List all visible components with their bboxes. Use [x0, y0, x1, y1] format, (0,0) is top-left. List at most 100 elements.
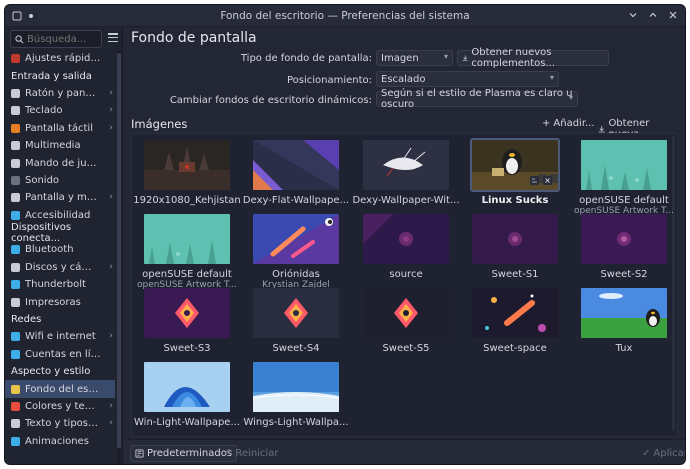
minimize-chevron-down-icon[interactable]	[627, 9, 639, 21]
sidebar-item[interactable]: Wifi e internet ›	[5, 328, 115, 345]
sidebar-item[interactable]: Impresoras	[5, 293, 115, 310]
sidebar-item[interactable]: Bluetooth	[5, 241, 115, 258]
wallpaper-preview-image	[253, 214, 339, 264]
main-panel: Fondo de pantalla Tipo de fondo de panta…	[124, 27, 685, 464]
search-icon	[15, 34, 24, 43]
chevron-down-icon: ▾	[568, 93, 573, 102]
sidebar-item-label: Ajustes rápidos	[25, 53, 101, 65]
sidebar-scroll-thumb[interactable]	[117, 53, 121, 448]
maximize-chevron-up-icon[interactable]	[647, 9, 659, 21]
wallpaper-thumbnail[interactable]	[470, 138, 560, 192]
wallpaper-thumbnail[interactable]	[581, 214, 667, 264]
mouse-icon	[11, 88, 20, 98]
wallpaper-thumbnail[interactable]	[253, 140, 339, 190]
settings-window: Fondo del escritorio — Preferencias del …	[4, 4, 686, 465]
wallpaper-title: Sweet-S4	[272, 343, 320, 354]
sidebar-item-label: Sonido	[25, 174, 60, 186]
sidebar-list: Ajustes rápidos Entrada y salida Ratón y p…	[5, 50, 115, 450]
wallpaper-thumbnail[interactable]	[472, 214, 558, 264]
sidebar-item[interactable]: Discos y cámaras ›	[5, 259, 115, 276]
search-field[interactable]	[10, 30, 102, 48]
download-icon	[462, 55, 468, 61]
pin-icon[interactable]	[29, 14, 33, 18]
sidebar-item[interactable]: Sonido	[5, 172, 115, 189]
dynamic-wallpaper-select[interactable]: Según si el estilo de Plasma es claro u …	[376, 88, 578, 110]
sidebar-item[interactable]: Texto y tipos de l... ›	[5, 415, 115, 432]
chevron-right-icon: ›	[109, 418, 113, 429]
images-section-title: Imágenes	[131, 117, 188, 131]
wallpaper-thumbnail[interactable]	[144, 140, 230, 190]
sidebar-item[interactable]: Colores y temas ›	[5, 398, 115, 415]
hamburger-menu-icon[interactable]	[108, 33, 118, 43]
wallpaper-thumbnail[interactable]	[144, 214, 230, 264]
wallpaper-thumbnail[interactable]	[363, 214, 449, 264]
sidebar-item[interactable]: Ratón y panel tá... ›	[5, 85, 115, 102]
wallpaper-thumbnail[interactable]	[144, 288, 230, 338]
wallpaper-thumbnail[interactable]	[472, 288, 558, 338]
wallpaper-thumbnail[interactable]	[581, 288, 667, 338]
chevron-down-icon: ▾	[443, 52, 448, 61]
grid-scrollbar[interactable]	[672, 136, 675, 431]
sidebar-item[interactable]: Pantalla y monitor ›	[5, 189, 115, 206]
sidebar-item[interactable]: Mando de juego	[5, 154, 115, 171]
sidebar-item[interactable]: Teclado ›	[5, 102, 115, 119]
wallpaper-preview-image	[144, 288, 230, 338]
gamepad-icon	[11, 158, 20, 168]
wallpaper-title: Tux	[615, 343, 633, 354]
sidebar-item[interactable]: Animaciones	[5, 433, 115, 450]
wallpaper-title: Sweet-space	[483, 343, 547, 354]
wallpaper-thumbnail[interactable]	[253, 214, 339, 264]
wallpaper-type-select[interactable]: Imagen ▾	[376, 50, 453, 66]
reset-button[interactable]: ↶ Reiniciar	[220, 445, 282, 462]
add-image-button[interactable]: + Añadir...	[542, 118, 595, 129]
wallpaper-thumbnail[interactable]	[253, 362, 339, 412]
wallpaper-preview-image	[581, 288, 667, 338]
chevron-right-icon: ›	[109, 87, 113, 98]
sidebar-item-label: Wifi e internet	[25, 331, 96, 343]
sidebar-item-label: Discos y cámaras	[25, 261, 101, 273]
search-input[interactable]	[27, 33, 97, 45]
close-icon[interactable]	[667, 9, 679, 21]
chevron-down-icon: ▾	[549, 73, 554, 82]
sidebar-item[interactable]: Pantalla táctil ›	[5, 120, 115, 137]
wallpaper-preview-image	[144, 214, 230, 264]
sidebar-item[interactable]: Thunderbolt	[5, 276, 115, 293]
get-new-plugins-button[interactable]: Obtener nuevos complementos...	[457, 47, 609, 69]
delete-icon[interactable]	[543, 176, 552, 185]
dynamic-wallpaper-label: Cambiar fondos de escritorio dinámicos:	[169, 95, 372, 106]
wallpaper-title: Wings-Light-Wallpa...	[243, 417, 349, 428]
wallpaper-preview-image	[363, 140, 449, 190]
wallpaper-thumbnail[interactable]	[363, 288, 449, 338]
bluetooth-icon	[11, 245, 20, 255]
sidebar-item-label: Animaciones	[25, 435, 89, 447]
printer-icon	[11, 297, 20, 307]
defaults-icon	[135, 449, 144, 458]
wallpaper-title: Oriónidas	[272, 269, 320, 280]
sidebar-section-header: Dispositivos conecta...	[11, 221, 72, 244]
app-menu-icon[interactable]	[11, 10, 23, 22]
wallpaper-preview-image	[363, 288, 449, 338]
wallpaper-thumbnail[interactable]	[363, 140, 449, 190]
sidebar-item[interactable]: Ajustes rápidos	[5, 50, 115, 67]
sidebar-section-header: Aspecto y estilo	[11, 366, 91, 378]
wallpaper-thumbnail[interactable]	[253, 288, 339, 338]
apply-button[interactable]: ✓ Aplicar	[638, 445, 685, 462]
wallpaper-thumbnail[interactable]	[581, 140, 667, 190]
wallpaper-preview-image	[253, 362, 339, 412]
sidebar-item-label: Ratón y panel tá...	[25, 87, 101, 99]
positioning-select[interactable]: Escalado ▾	[376, 71, 559, 87]
sidebar-item[interactable]: Multimedia	[5, 137, 115, 154]
open-folder-icon[interactable]	[530, 176, 539, 185]
sidebar-item[interactable]: Cuentas en línea	[5, 346, 115, 363]
sidebar-section-header: Entrada y salida	[11, 70, 92, 82]
chevron-right-icon: ›	[109, 331, 113, 342]
sidebar: Ajustes rápidos Entrada y salida Ratón y p…	[5, 27, 123, 464]
wallpaper-thumbnail[interactable]	[144, 362, 230, 412]
sidebar-item[interactable]: Accesibilidad	[5, 207, 115, 224]
sidebar-item[interactable]: Fondo del escrit...	[5, 380, 115, 398]
checkmark-icon: ✓	[642, 448, 651, 459]
wifi-icon	[11, 332, 20, 342]
chevron-right-icon: ›	[109, 105, 113, 116]
title-bar: Fondo del escritorio — Preferencias del …	[5, 5, 685, 27]
wallpaper-preview-image	[144, 362, 230, 412]
